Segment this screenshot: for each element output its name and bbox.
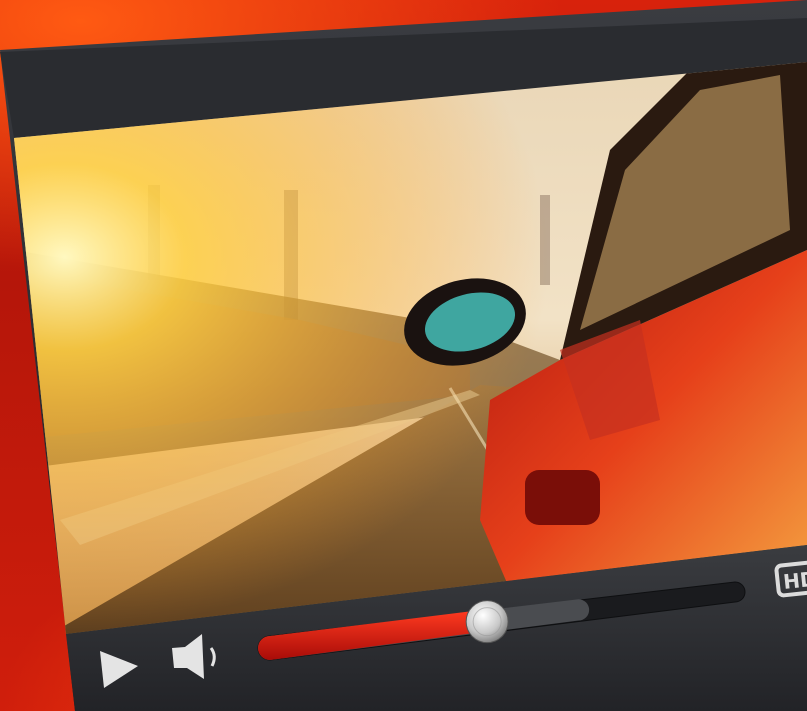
video-player: HD [0, 0, 807, 711]
car-door-handle [525, 470, 600, 525]
hd-badge-label: HD [782, 567, 807, 594]
video-player-scene: HD [0, 0, 807, 711]
seek-handle[interactable] [465, 600, 509, 644]
